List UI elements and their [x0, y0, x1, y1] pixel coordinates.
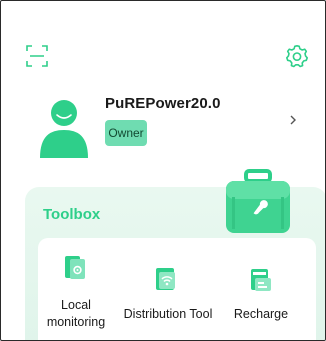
toolbox-icon [224, 169, 292, 235]
role-badge: Owner [105, 120, 147, 146]
profile-name: PuREPower20.0 [105, 95, 221, 112]
app-screen: PuREPower20.0 Owner Toolbox Local monito [0, 0, 326, 341]
recharge-icon[interactable] [250, 268, 272, 292]
toolbox-title: Toolbox [43, 206, 101, 223]
gear-icon[interactable] [285, 44, 309, 68]
tool-label-line: monitoring [46, 315, 106, 329]
chevron-right-icon[interactable] [288, 113, 298, 125]
distribution-tool-icon[interactable] [155, 267, 177, 291]
scan-icon[interactable] [26, 45, 48, 67]
user-avatar-icon [40, 96, 88, 158]
tool-label-recharge[interactable]: Recharge [229, 306, 293, 323]
tool-label-local-monitoring[interactable]: Local monitoring [41, 297, 111, 331]
tool-label-distribution-tool[interactable]: Distribution Tool [118, 306, 218, 323]
tool-label-line: Local [61, 298, 91, 312]
local-monitoring-icon[interactable] [64, 255, 86, 279]
